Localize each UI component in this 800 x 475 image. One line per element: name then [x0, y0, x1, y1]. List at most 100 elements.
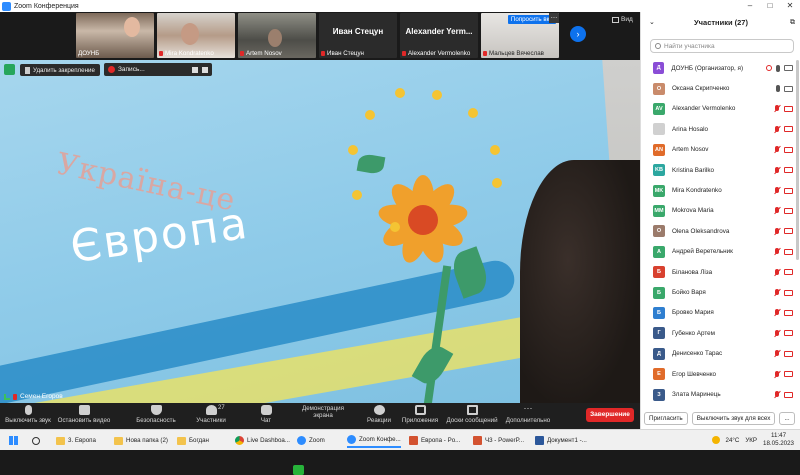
clock[interactable]: 11:47 18.05.2023 [763, 432, 794, 448]
participant-row[interactable]: Б Бойко Варя [641, 282, 797, 302]
taskbar-item[interactable]: Нова папка (2) [114, 433, 168, 448]
taskbar-item[interactable]: Богдан [177, 433, 209, 448]
security-button[interactable]: Безопасность [126, 405, 186, 424]
participant-row[interactable]: Б Бровко Мария [641, 303, 797, 323]
participant-row[interactable]: Arina Hosalo [641, 119, 797, 139]
chat-button[interactable]: Чат [236, 405, 296, 424]
taskbar-item[interactable]: Zoom Конфе... [347, 433, 401, 448]
security-shield-icon[interactable] [4, 64, 15, 75]
taskbar-item[interactable]: Ч3 - PowerP... [473, 433, 524, 448]
unpin-button[interactable]: Удалить закрепление [20, 64, 100, 76]
whiteboards-button[interactable]: Доски сообщений [442, 405, 502, 424]
participant-row[interactable]: О Оксана Скрипченко [641, 78, 797, 98]
microphone-icon[interactable] [776, 64, 780, 72]
minimize-button[interactable]: – [740, 0, 760, 12]
participants-button[interactable]: 27 Участники [181, 405, 241, 424]
mute-all-button[interactable]: Выключить звук для всех [691, 411, 776, 425]
mic-muted-icon[interactable] [774, 166, 780, 174]
participant-row[interactable]: Г Губенко Артем [641, 323, 797, 343]
participant-name: Alexander Vermolenko [672, 105, 736, 113]
participant-row[interactable]: Д ДОУНБ (Организатор, я) [641, 58, 797, 78]
taskbar-item[interactable]: Документ1 -... [535, 433, 587, 448]
mic-muted-icon[interactable] [774, 227, 780, 235]
mic-muted-icon[interactable] [774, 146, 780, 153]
pause-recording-button[interactable] [192, 66, 198, 73]
main-video[interactable]: Україна-це Європа [0, 60, 640, 403]
mic-muted-icon[interactable] [774, 105, 780, 112]
participant-row[interactable]: AV Alexander Vermolenko [641, 99, 797, 119]
invite-button[interactable]: Пригласить [644, 411, 688, 425]
tile-more-button[interactable]: … [549, 13, 559, 23]
taskbar-search-icon[interactable] [32, 437, 40, 445]
gallery-strip: ДОУНБ Mira Kondratenko Artem Nosov Иван … [0, 12, 640, 60]
participant-row[interactable]: З Злата Маринець [641, 384, 797, 404]
participant-search-input[interactable]: Найти участника [650, 39, 794, 53]
participant-row[interactable]: А Андрей Веретельник [641, 242, 797, 262]
collapse-chevron-icon[interactable]: ⌄ [649, 12, 655, 34]
video-tile[interactable]: Artem Nosov [238, 13, 316, 58]
mic-muted-icon[interactable] [774, 125, 780, 133]
panel-title: Участники (27) [694, 18, 748, 27]
apps-button[interactable]: Приложения [390, 405, 450, 424]
video-tile[interactable]: Alexander Yerm... Alexander Vermolenko [400, 13, 478, 58]
mic-muted-icon[interactable] [774, 391, 780, 398]
weather-icon[interactable] [711, 436, 720, 444]
taskbar-item-label: Богдан [189, 437, 209, 444]
powerpoint-icon [409, 436, 418, 445]
participant-row[interactable]: Б Біланова Ліза [641, 262, 797, 282]
participant-row[interactable]: MK Mira Kondratenko [641, 180, 797, 200]
video-off-icon [784, 146, 793, 153]
windows-start-icon[interactable] [9, 436, 18, 445]
mic-muted-icon[interactable] [774, 309, 780, 316]
star-dot [390, 222, 400, 232]
taskbar-item[interactable]: 3. Европа [56, 433, 96, 448]
end-meeting-button[interactable]: Завершение [586, 408, 634, 422]
chrome-icon [235, 436, 244, 445]
share-screen-button[interactable]: Демонстрация экрана [293, 405, 353, 475]
mic-muted-icon[interactable] [774, 268, 780, 276]
maximize-button[interactable]: □ [760, 0, 780, 12]
stop-video-button[interactable]: Остановить видео [54, 405, 114, 424]
stop-recording-button[interactable] [202, 66, 208, 73]
taskbar-item[interactable]: Zoom [297, 433, 325, 448]
participant-row[interactable]: Д Денисенко Тарас [641, 344, 797, 364]
star-dot [365, 110, 375, 120]
taskbar-item[interactable]: Live Dashboa... [235, 433, 290, 448]
participant-row[interactable]: KB Kristina Barilko [641, 160, 797, 180]
participant-name: Arina Hosalo [672, 125, 709, 133]
language-indicator[interactable]: УКР [745, 437, 757, 444]
microphone-icon [24, 405, 32, 415]
mic-muted-icon[interactable] [774, 187, 780, 194]
avatar: О [653, 82, 665, 95]
close-button[interactable]: ✕ [780, 0, 800, 12]
participant-name: ДОУНБ (Организатор, я) [671, 64, 744, 72]
next-page-button[interactable]: › [570, 26, 586, 42]
video-tile[interactable]: Попросить вкл … Мальцев Вячеслав [481, 13, 559, 58]
participant-name: Olena Oleksandrova [672, 227, 730, 235]
mute-button[interactable]: Выключить звук [0, 405, 58, 424]
mic-muted-icon[interactable] [774, 248, 780, 255]
participant-row[interactable]: MM Mokrova Maria [641, 201, 797, 221]
view-button[interactable]: Вид [612, 16, 633, 23]
more-button[interactable]: ··· Дополнительно [498, 404, 558, 425]
mic-muted-icon[interactable] [774, 289, 780, 296]
window-title: Zoom Конференция [14, 2, 79, 10]
video-tile[interactable]: Mira Kondratenko [157, 13, 235, 58]
participant-row[interactable]: O Olena Oleksandrova [641, 221, 797, 241]
participant-row[interactable]: AN Artem Nosov [641, 140, 797, 160]
taskbar-item[interactable]: Европа - Po... [409, 433, 460, 448]
participant-name: Mira Kondratenko [672, 187, 722, 195]
mic-muted-icon[interactable] [774, 370, 780, 378]
mic-muted-icon[interactable] [774, 329, 780, 337]
view-grid-icon [612, 16, 619, 23]
participant-row[interactable]: Е Егор Шевченко [641, 364, 797, 384]
panel-scrollbar[interactable] [796, 60, 799, 260]
mic-muted-icon[interactable] [774, 350, 780, 357]
microphone-icon[interactable] [776, 85, 780, 93]
popout-icon[interactable]: ⧉ [790, 12, 795, 34]
video-tile[interactable]: Иван Стецун Иван Стецун [319, 13, 397, 58]
video-tile[interactable]: ДОУНБ [76, 13, 154, 58]
mic-muted-icon[interactable] [774, 207, 780, 214]
windows-taskbar: 3. Европа Нова папка (2) Богдан Live Dashbo… [0, 429, 800, 450]
panel-more-button[interactable]: ... [779, 411, 795, 425]
